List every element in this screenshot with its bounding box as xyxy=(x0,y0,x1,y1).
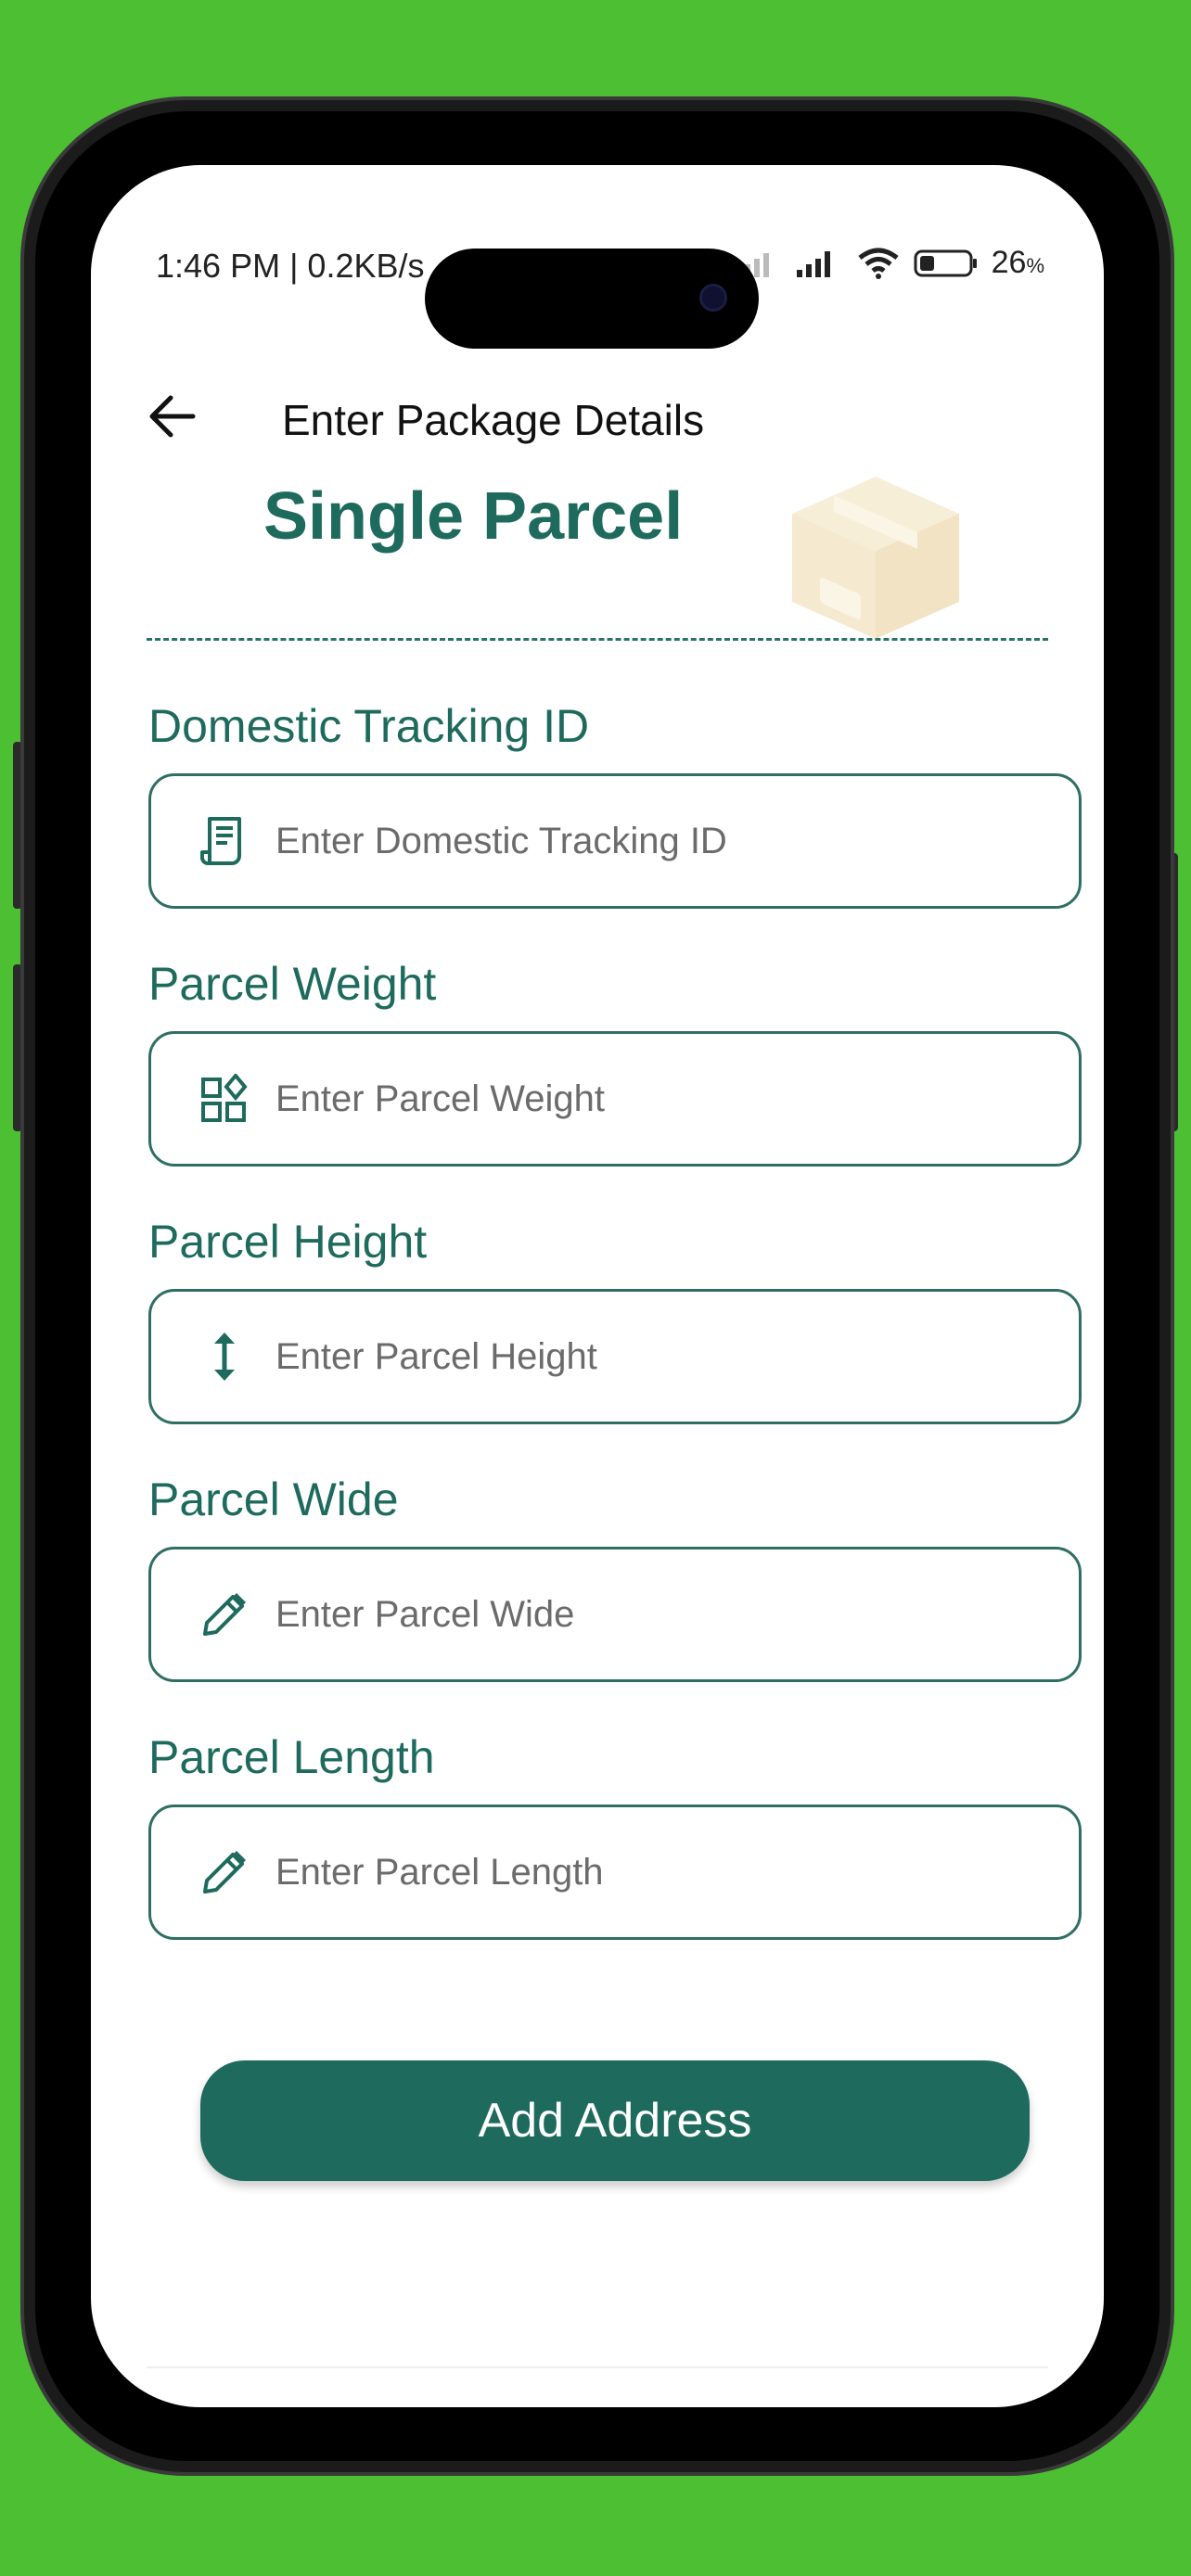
front-camera xyxy=(699,284,727,312)
nav-divider xyxy=(147,2366,1048,2368)
weight-input[interactable] xyxy=(275,1078,1079,1120)
wide-field[interactable] xyxy=(148,1547,1082,1682)
phone-bezel: 1:46 PM | 0.2KB/s 26% Enter Package Deta… xyxy=(35,111,1159,2461)
tracking-id-label: Domestic Tracking ID xyxy=(148,700,590,752)
category-icon xyxy=(183,1066,266,1131)
status-time: 1:46 PM | 0.2KB/s xyxy=(156,247,425,285)
section-divider xyxy=(147,638,1048,641)
signal-icon xyxy=(796,250,830,277)
tracking-id-input[interactable] xyxy=(275,820,1079,862)
wide-label: Parcel Wide xyxy=(148,1473,399,1525)
back-button[interactable] xyxy=(139,384,204,449)
height-label: Parcel Height xyxy=(148,1216,428,1268)
weight-label: Parcel Weight xyxy=(148,958,437,1010)
back-arrow-icon xyxy=(149,395,196,438)
receipt-icon xyxy=(183,809,266,874)
length-input[interactable] xyxy=(275,1851,1079,1894)
weight-field[interactable] xyxy=(148,1031,1082,1167)
package-box-icon xyxy=(792,477,959,639)
section-title: Single Parcel xyxy=(263,479,684,554)
length-field[interactable] xyxy=(148,1804,1082,1940)
page-title: Enter Package Details xyxy=(282,396,705,444)
app-screen: 1:46 PM | 0.2KB/s 26% Enter Package Deta… xyxy=(91,165,1104,2407)
dynamic-island xyxy=(425,249,759,349)
phone-frame: 1:46 PM | 0.2KB/s 26% Enter Package Deta… xyxy=(20,96,1174,2476)
tracking-id-field[interactable] xyxy=(148,773,1082,909)
pencil-icon xyxy=(183,1840,266,1905)
status-icons: 26% xyxy=(734,245,1044,281)
battery-percent: 26% xyxy=(991,245,1044,280)
wide-input[interactable] xyxy=(275,1593,1079,1636)
app-header: Enter Package Details xyxy=(91,367,1104,469)
battery-icon xyxy=(914,249,977,276)
length-label: Parcel Length xyxy=(148,1731,435,1783)
pencil-icon xyxy=(183,1582,266,1647)
vertical-arrows-icon xyxy=(183,1324,266,1389)
add-address-button[interactable]: Add Address xyxy=(200,2060,1030,2181)
height-input[interactable] xyxy=(275,1335,1079,1378)
height-field[interactable] xyxy=(148,1289,1082,1424)
wifi-icon xyxy=(858,248,899,279)
